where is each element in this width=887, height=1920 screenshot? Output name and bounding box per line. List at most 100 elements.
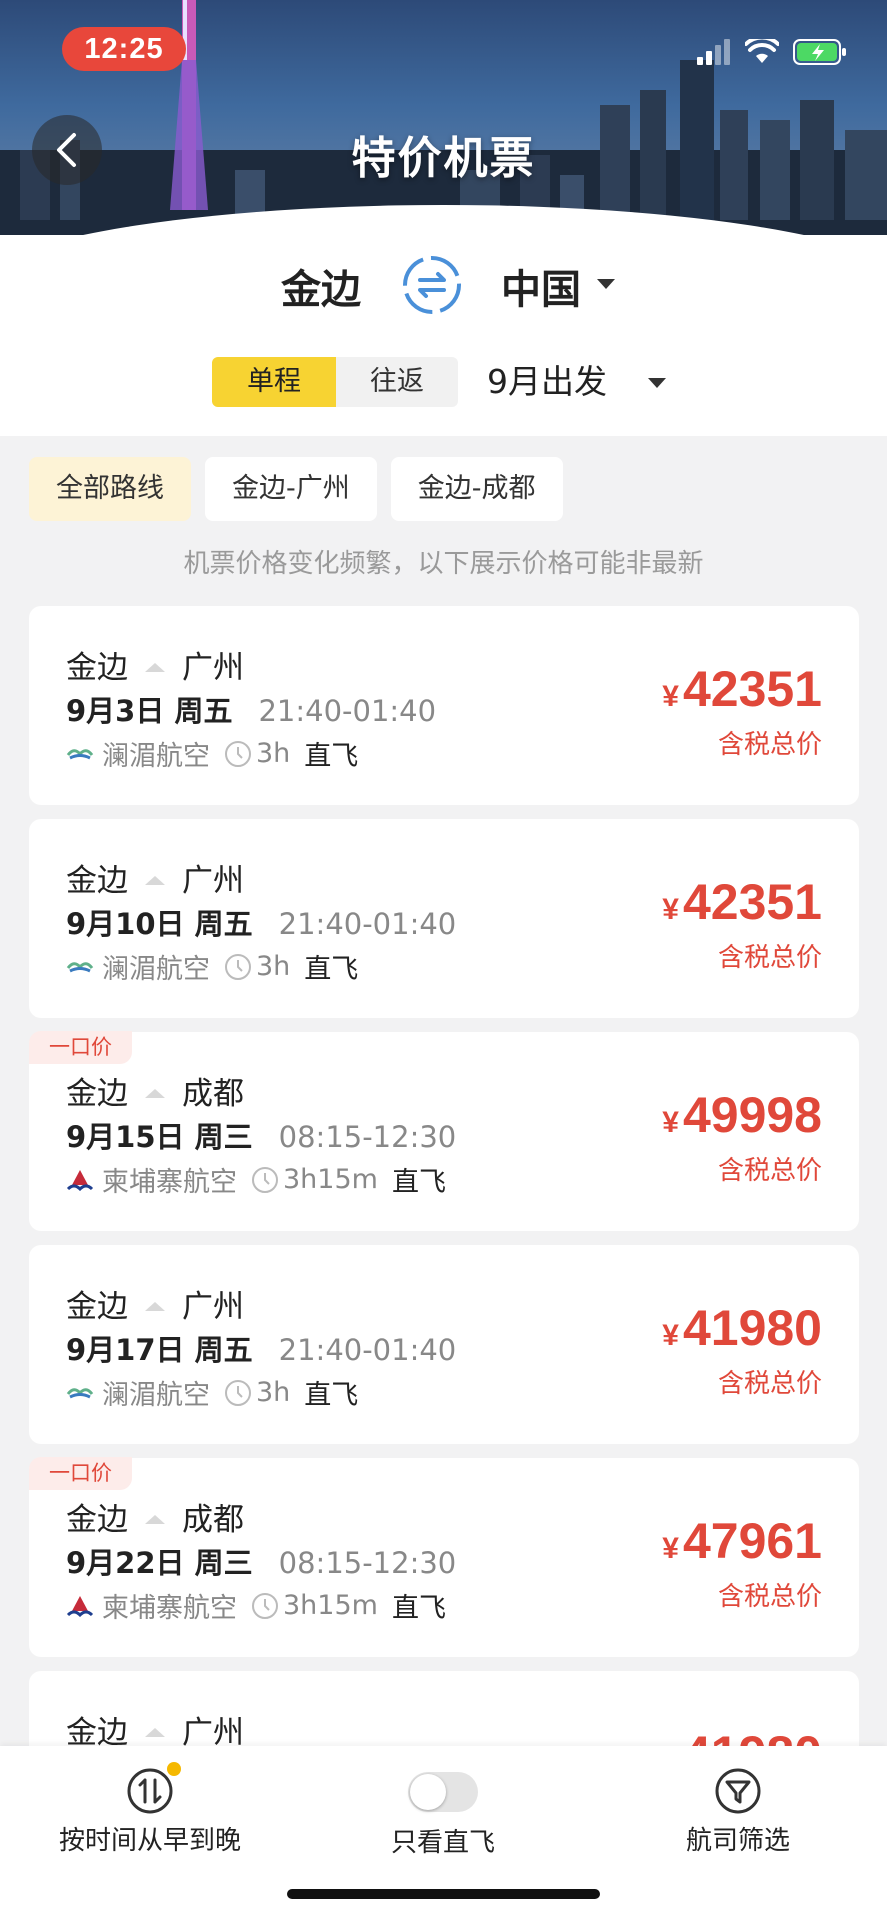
flight-duration: 3h [256, 951, 291, 982]
flight-price: ¥47961 [662, 1512, 822, 1570]
flight-date: 9月3日 周五 [66, 694, 233, 728]
flight-date: 9月15日 周三 [66, 1120, 253, 1154]
price-value: 42351 [682, 874, 822, 930]
flight-time: 21:40-01:40 [258, 694, 437, 728]
toggle-knob [410, 1774, 446, 1810]
flight-destination: 广州 [182, 863, 244, 899]
flight-list: 金边 广州 9月3日 周五 21:40-01:40 澜湄航空 3h 直飞 ¥423… [29, 606, 859, 1884]
flight-date-line: 9月10日 周五 21:40-01:40 [66, 901, 456, 943]
departure-month-select[interactable]: 9月出发 [487, 357, 607, 407]
plane-icon [145, 875, 165, 885]
flight-type: 直飞 [391, 1167, 446, 1198]
battery-charging-icon [793, 39, 846, 65]
flight-price: ¥42351 [662, 660, 822, 718]
price-notice: 机票价格变化频繁，以下展示价格可能非最新 [183, 549, 704, 579]
flight-origin: 金边 [66, 863, 128, 899]
flight-price: ¥49998 [662, 1086, 822, 1144]
airline-name: 澜湄航空 [102, 1380, 210, 1411]
flight-duration: 3h15m [283, 1164, 378, 1195]
flight-card[interactable]: 一口价 金边 成都 9月22日 周三 08:15-12:30 柬埔寨航空 3h15… [29, 1457, 859, 1657]
flight-origin: 金边 [66, 1289, 128, 1325]
flight-origin: 金边 [66, 1502, 128, 1538]
caret-down-icon[interactable] [648, 378, 666, 388]
toggle-switch[interactable] [408, 1772, 478, 1812]
plane-icon [145, 1727, 165, 1737]
currency-symbol: ¥ [662, 893, 679, 926]
flight-date: 9月17日 周五 [66, 1333, 253, 1367]
currency-symbol: ¥ [662, 1319, 679, 1352]
cambodia-airways-logo-icon [66, 1169, 94, 1191]
home-indicator [287, 1889, 600, 1899]
flight-card[interactable]: 金边 广州 9月17日 周五 21:40-01:40 澜湄航空 3h 直飞 ¥41… [29, 1245, 859, 1444]
flight-duration: 3h15m [283, 1590, 378, 1621]
flight-route: 金边 成都 [66, 1494, 244, 1539]
sort-label: 按时间从早到晚 [58, 1826, 241, 1856]
destination-city[interactable]: 中国 [501, 257, 581, 315]
filter-icon [715, 1768, 761, 1814]
flight-card[interactable]: 一口价 金边 成都 9月15日 周三 08:15-12:30 柬埔寨航空 3h15… [29, 1031, 859, 1231]
sort-by-time-button[interactable]: 按时间从早到晚 [40, 1762, 260, 1857]
clock-icon [225, 953, 251, 980]
flight-route: 金边 广州 [66, 855, 244, 900]
price-note: 含税总价 [717, 730, 822, 760]
flight-route: 金边 成都 [66, 1068, 244, 1113]
lanmei-logo-icon [66, 961, 94, 972]
cambodia-airways-logo-icon [66, 1595, 94, 1617]
flight-origin: 金边 [66, 650, 128, 686]
flight-date-line: 9月3日 周五 21:40-01:40 [66, 688, 436, 730]
flight-info: 澜湄航空 3h 直飞 [66, 734, 358, 773]
wifi-icon [745, 39, 779, 63]
status-time: 12:25 [62, 27, 186, 71]
flight-destination: 广州 [182, 650, 244, 686]
plane-icon [145, 1301, 165, 1311]
price-note: 含税总价 [717, 1156, 822, 1186]
fixed-price-tag: 一口价 [29, 1031, 132, 1064]
flight-card[interactable]: 金边 广州 9月3日 周五 21:40-01:40 澜湄航空 3h 直飞 ¥423… [29, 606, 859, 805]
currency-symbol: ¥ [662, 680, 679, 713]
airline-filter-button[interactable]: 航司筛选 [628, 1766, 848, 1857]
price-note: 含税总价 [717, 1369, 822, 1399]
price-value: 47961 [682, 1513, 822, 1569]
tab-one-way[interactable]: 单程 [212, 357, 336, 407]
price-value: 42351 [682, 661, 822, 717]
chip-all-routes[interactable]: 全部路线 [29, 457, 191, 521]
notification-dot [167, 1762, 181, 1776]
airline-name: 柬埔寨航空 [102, 1593, 237, 1624]
plane-icon [145, 1088, 165, 1098]
flight-info: 柬埔寨航空 3h15m 直飞 [66, 1160, 446, 1199]
flight-date: 9月22日 周三 [66, 1546, 253, 1580]
direct-only-toggle[interactable]: 只看直飞 [343, 1766, 543, 1859]
flight-card[interactable]: 金边 广州 9月10日 周五 21:40-01:40 澜湄航空 3h 直飞 ¥42… [29, 819, 859, 1018]
flight-duration: 3h [256, 738, 291, 769]
currency-symbol: ¥ [662, 1532, 679, 1565]
trip-type-row: 单程 往返 9月出发 [0, 357, 887, 407]
flight-type: 直飞 [304, 741, 359, 772]
flight-info: 澜湄航空 3h 直飞 [66, 947, 358, 986]
status-icons [695, 36, 847, 68]
flight-price: ¥42351 [662, 873, 822, 931]
flight-info: 柬埔寨航空 3h15m 直飞 [66, 1586, 446, 1625]
flight-time: 21:40-01:40 [278, 1333, 457, 1367]
fixed-price-tag: 一口价 [29, 1457, 132, 1490]
airline-name: 澜湄航空 [102, 954, 210, 985]
flight-time: 08:15-12:30 [278, 1546, 457, 1580]
origin-city[interactable]: 金边 [281, 257, 361, 315]
price-note: 含税总价 [717, 1582, 822, 1612]
route-selector: 金边 中国 [0, 253, 887, 323]
flight-duration: 3h [256, 1377, 291, 1408]
clock-icon [225, 1379, 251, 1406]
caret-down-icon[interactable] [597, 279, 615, 289]
currency-symbol: ¥ [662, 1106, 679, 1139]
flight-date: 9月10日 周五 [66, 907, 253, 941]
flight-destination: 成都 [182, 1076, 244, 1112]
swap-icon[interactable] [400, 253, 464, 317]
chip-phnom-penh-chengdu[interactable]: 金边-成都 [390, 457, 563, 521]
flight-route: 金边 广州 [66, 1281, 244, 1326]
tab-round-trip[interactable]: 往返 [336, 357, 458, 407]
flight-price: ¥41980 [662, 1299, 822, 1357]
flight-time: 21:40-01:40 [278, 907, 457, 941]
price-value: 49998 [682, 1087, 822, 1143]
clock-icon [252, 1592, 278, 1619]
flight-type: 直飞 [304, 954, 359, 985]
chip-phnom-penh-guangzhou[interactable]: 金边-广州 [205, 457, 377, 521]
